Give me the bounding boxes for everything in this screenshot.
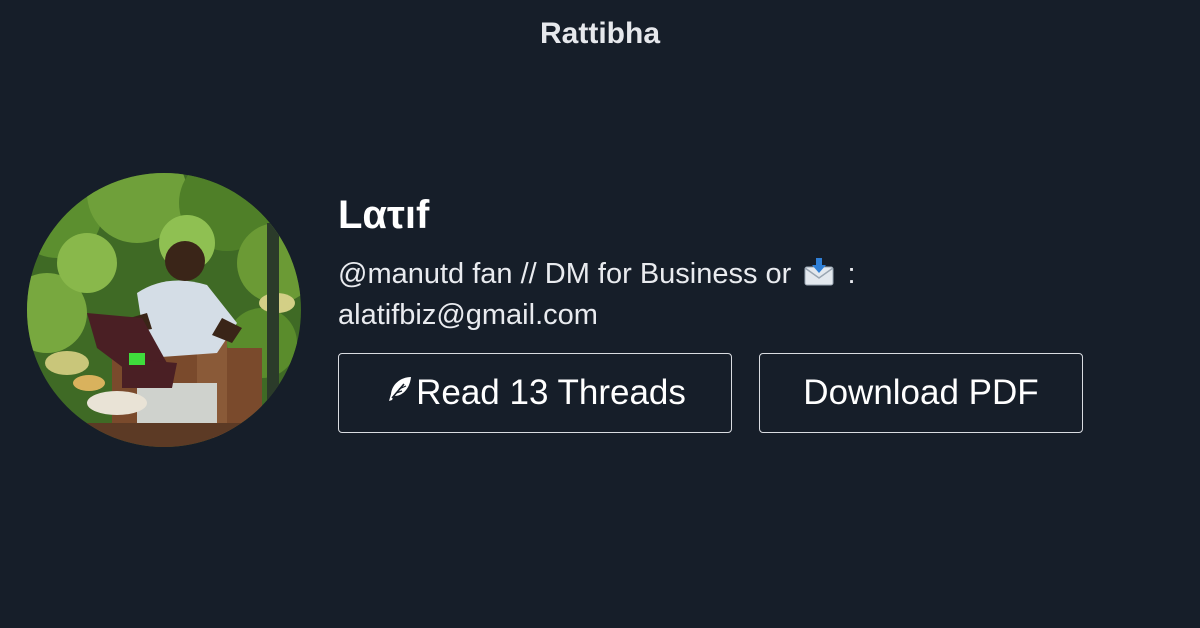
bio-colon: : [847,258,856,290]
avatar [27,173,301,447]
feather-icon [384,373,414,413]
profile-info: Lατıf @manutd fan // DM for Business or … [338,190,1138,433]
page: Rattibha Lατıf @manutd fan // DM for Bus… [0,0,1200,628]
avatar-photo [27,173,301,447]
incoming-envelope-icon [803,257,835,297]
read-threads-label: Read 13 Threads [416,373,686,412]
action-buttons: Read 13 Threads Download PDF [338,353,1138,433]
read-threads-button[interactable]: Read 13 Threads [338,353,732,433]
download-pdf-label: Download PDF [803,373,1039,412]
download-pdf-button[interactable]: Download PDF [759,353,1083,433]
bio-text: @manutd fan // DM for Business or [338,258,792,290]
brand-title[interactable]: Rattibha [0,14,1200,54]
profile-bio: @manutd fan // DM for Business or : alat… [338,256,958,334]
bio-email[interactable]: alatifbiz@gmail.com [338,299,598,331]
profile-name: Lατıf [338,193,430,237]
